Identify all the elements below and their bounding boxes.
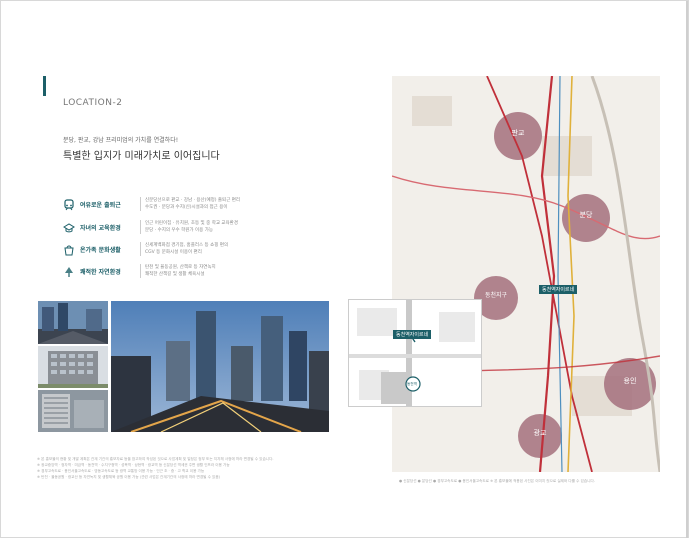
photo-aerial-complex-image: [38, 390, 108, 432]
feature-label: 온가족 문화생활: [80, 247, 121, 254]
feature-desc-line: CGV 등 문화시설 이용이 편리: [145, 250, 202, 255]
feature-label: 자녀의 교육환경: [80, 225, 121, 232]
inset-map: 동천역자이르네 동천역: [348, 299, 482, 407]
feature-desc-line: 쾌적한 산책길 및 생활 체육시설: [145, 272, 205, 277]
inset-station-label: 동천역자이르네: [393, 330, 432, 339]
feature-desc-line: 분당 · 수지의 우수 학원가 이용 가능: [145, 228, 213, 233]
headline: 특별한 입지가 미래가치로 이어집니다: [63, 151, 220, 162]
feature-commute: 여유로운 출퇴근 신분당선으로 판교 · 강남 · 용산(예정) 출퇴근 편리 …: [63, 197, 363, 217]
shopping-icon: [64, 245, 74, 256]
feature-desc: 탄천 및 율동공원, 산책로 등 자연녹지 쾌적한 산책길 및 생활 체육시설: [140, 264, 216, 278]
photo-city-street: [38, 301, 108, 344]
school-icon: [63, 223, 75, 233]
photo-skyline: [111, 301, 329, 432]
disclaimer-line: ※ 탄천 · 율동공원 · 광교산 등 자연녹지 및 생활체육 공원 이용 가능…: [37, 475, 221, 479]
region-label-bundang: 분당: [579, 211, 593, 219]
photo-skyline-image: [111, 301, 329, 432]
region-label-yongin: 용인: [623, 377, 637, 385]
photo-office-building: [38, 346, 108, 388]
feature-culture: 온가족 문화생활 신세계백화점 경기점, 홈플러스 등 쇼핑 편의 CGV 등 …: [63, 242, 363, 262]
feature-desc-line: 인근 어린이집 · 유치원, 초등 및 중 학교 교육환경: [145, 221, 238, 226]
subway-icon: [64, 199, 74, 211]
feature-desc: 신분당선으로 판교 · 강남 · 용산(예정) 출퇴근 편리 수도권 · 분당과…: [140, 197, 240, 211]
photo-aerial-complex: [38, 390, 108, 432]
feature-desc-line: 탄천 및 율동공원, 산책로 등 자연녹지: [145, 265, 216, 270]
disclaimer: ※ 본 홍보물의 현황 및 개발 계획은 관계 기관의 홍보자료 등을 참고하여…: [37, 456, 357, 480]
feature-label: 쾌적한 자연환경: [80, 269, 121, 276]
region-label-gwanggyo: 광교: [533, 429, 547, 437]
feature-desc-line: 수도권 · 분당과 수지(신)시설과의 접근 용이: [145, 205, 228, 210]
section-label: LOCATION-2: [63, 98, 123, 108]
feature-desc-line: 신세계백화점 경기점, 홈플러스 등 쇼핑 편의: [145, 243, 229, 248]
photo-city-street-image: [38, 301, 108, 344]
brochure-page: LOCATION-2 분당, 판교, 강남 프리미엄의 가치를 연결하다! 특별…: [0, 0, 689, 538]
sub-headline: 분당, 판교, 강남 프리미엄의 가치를 연결하다!: [63, 137, 179, 144]
feature-desc: 인근 어린이집 · 유치원, 초등 및 중 학교 교육환경 분당 · 수지의 우…: [140, 220, 238, 234]
tree-icon: [65, 267, 73, 277]
feature-desc-line: 신분당선으로 판교 · 강남 · 용산(예정) 출퇴근 편리: [145, 198, 241, 203]
photo-office-building-image: [38, 346, 108, 388]
feature-nature: 쾌적한 자연환경 탄천 및 율동공원, 산책로 등 자연녹지 쾌적한 산책길 및…: [63, 264, 363, 284]
feature-label: 여유로운 출퇴근: [80, 202, 121, 209]
page-edge: [686, 1, 688, 538]
accent-bar: [43, 76, 46, 96]
inset-sign-label: 동천역: [407, 382, 417, 386]
station-label: 동천역자이르네: [539, 285, 578, 294]
region-label-pangyo: 판교: [511, 129, 525, 137]
map-legend: ● 신분당선 ● 분당선 ● 경부고속도로 ● 용인서울고속도로 ※ 본 홍보물…: [399, 479, 595, 483]
area-map: 판교 분당 동천지구 용인 광교 동천역자이르네: [392, 76, 660, 472]
feature-desc: 신세계백화점 경기점, 홈플러스 등 쇼핑 편의 CGV 등 문화시설 이용이 …: [140, 242, 228, 256]
region-label-dongcheon: 동천지구: [484, 292, 508, 299]
inset-map-graphic: [349, 300, 481, 406]
feature-education: 자녀의 교육환경 인근 어린이집 · 유치원, 초등 및 중 학교 교육환경 분…: [63, 220, 363, 240]
